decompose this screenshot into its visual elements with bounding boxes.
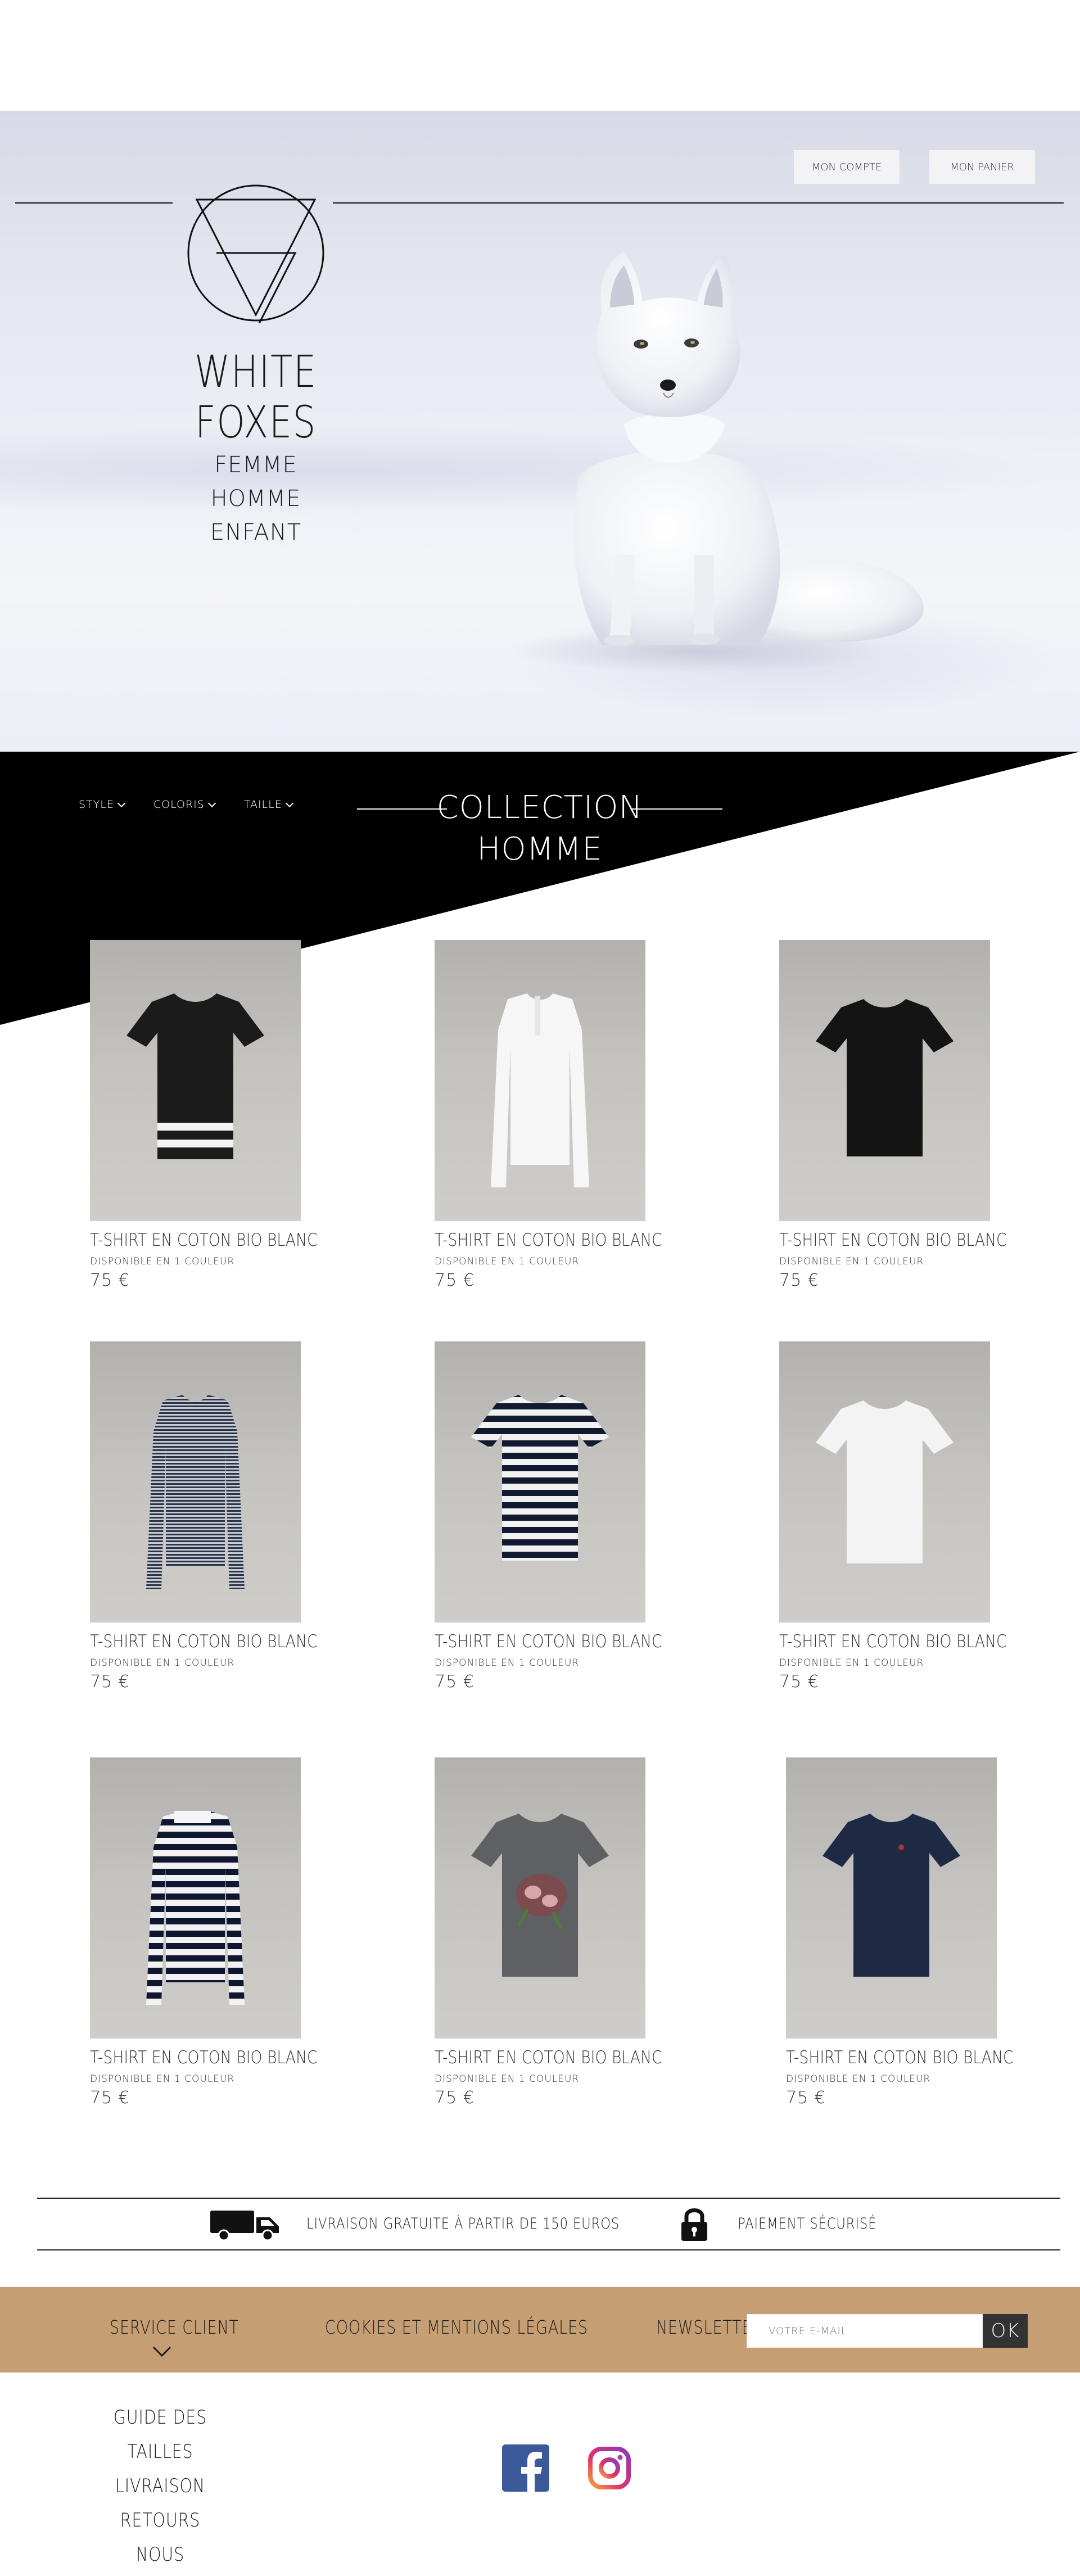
product-price: 75 € [90, 2088, 130, 2108]
product-price: 75 € [786, 2088, 826, 2108]
collection-title: COLLECTION HOMME [427, 787, 652, 870]
product-image[interactable] [435, 1341, 645, 1623]
chevron-down-icon [117, 799, 125, 807]
product-card[interactable]: T-SHIRT EN COTON BIO BLANC DISPONIBLE EN… [90, 940, 318, 1290]
filter-taille-label: TAILLE [243, 798, 282, 811]
facebook-icon[interactable] [502, 2444, 549, 2492]
truck-icon [210, 2211, 279, 2241]
product-price: 75 € [435, 1271, 475, 1290]
secure-payment-text: PAIEMENT SÉCURISÉ [738, 2215, 877, 2232]
product-image[interactable] [435, 940, 645, 1221]
product-availability: DISPONIBLE EN 1 COULEUR [435, 1256, 580, 1267]
product-availability: DISPONIBLE EN 1 COULEUR [779, 1657, 924, 1669]
account-button[interactable]: MON COMPTE [794, 150, 900, 184]
product-image[interactable] [786, 1757, 997, 2039]
product-image[interactable] [435, 1757, 645, 2039]
product-availability: DISPONIBLE EN 1 COULEUR [435, 2073, 580, 2085]
product-name[interactable]: T-SHIRT EN COTON BIO BLANC [90, 2048, 318, 2068]
product-image[interactable] [90, 1757, 301, 2039]
product-price: 75 € [435, 1672, 475, 1692]
product-card[interactable]: T-SHIRT EN COTON BIO BLANC DISPONIBLE EN… [435, 1757, 662, 2108]
product-name[interactable]: T-SHIRT EN COTON BIO BLANC [90, 1632, 318, 1652]
brand-name: WHITE FOXES [195, 347, 317, 448]
product-name[interactable]: T-SHIRT EN COTON BIO BLANC [786, 2048, 1014, 2068]
product-availability: DISPONIBLE EN 1 COULEUR [90, 1657, 235, 1669]
product-name[interactable]: T-SHIRT EN COTON BIO BLANC [435, 1230, 662, 1250]
product-card[interactable]: T-SHIRT EN COTON BIO BLANC DISPONIBLE EN… [786, 1757, 1014, 2108]
gender-nav: FEMME HOMME ENFANT [197, 448, 315, 549]
cookies-legal-link[interactable]: COOKIES ET MENTIONS LÉGALES [325, 2316, 588, 2338]
filter-coloris[interactable]: COLORIS [153, 798, 216, 811]
delivery-link[interactable]: LIVRAISON [97, 2469, 224, 2503]
collection-title-line1: COLLECTION [436, 789, 643, 826]
product-card[interactable]: T-SHIRT EN COTON BIO BLANC DISPONIBLE EN… [90, 1341, 318, 1692]
product-availability: DISPONIBLE EN 1 COULEUR [90, 1256, 235, 1267]
product-card[interactable]: T-SHIRT EN COTON BIO BLANC DISPONIBLE EN… [435, 940, 662, 1290]
product-name[interactable]: T-SHIRT EN COTON BIO BLANC [779, 1230, 1007, 1250]
filter-style-label: STYLE [79, 798, 114, 811]
header-rule-right [333, 202, 1064, 204]
product-availability: DISPONIBLE EN 1 COULEUR [435, 1657, 580, 1669]
chevron-down-icon [285, 799, 293, 807]
nav-homme[interactable]: HOMME [197, 482, 315, 516]
filter-taille[interactable]: TAILLE [243, 798, 293, 811]
product-image[interactable] [90, 940, 301, 1221]
product-price: 75 € [779, 1672, 819, 1692]
chevron-down-icon [207, 799, 216, 807]
collection-title-line2: HOMME [477, 831, 603, 867]
product-name[interactable]: T-SHIRT EN COTON BIO BLANC [779, 1632, 1007, 1652]
contact-link[interactable]: NOUS CONTACTER [97, 2538, 224, 2576]
product-price: 75 € [90, 1271, 130, 1290]
reassurance-rule-bottom [37, 2249, 1060, 2250]
nav-femme[interactable]: FEMME [197, 448, 315, 482]
header-rule-left [15, 202, 173, 204]
product-card[interactable]: T-SHIRT EN COTON BIO BLANC DISPONIBLE EN… [779, 940, 1007, 1290]
service-links-list: GUIDE DES TAILLES LIVRAISON RETOURS NOUS… [84, 2401, 236, 2576]
filter-bar: STYLE COLORIS TAILLE [79, 798, 293, 811]
chevron-down-icon[interactable] [152, 2345, 172, 2358]
product-name[interactable]: T-SHIRT EN COTON BIO BLANC [435, 1632, 662, 1652]
arctic-fox-image [506, 251, 924, 673]
size-guide-link[interactable]: GUIDE DES TAILLES [97, 2401, 224, 2469]
product-availability: DISPONIBLE EN 1 COULEUR [786, 2073, 931, 2085]
product-card[interactable]: T-SHIRT EN COTON BIO BLANC DISPONIBLE EN… [435, 1341, 662, 1692]
service-client-link[interactable]: SERVICE CLIENT [110, 2316, 239, 2338]
brand-logo-icon[interactable] [186, 183, 326, 323]
filter-style[interactable]: STYLE [79, 798, 125, 811]
newsletter-ok-button[interactable]: OK [983, 2314, 1028, 2348]
product-image[interactable] [779, 1341, 990, 1623]
product-name[interactable]: T-SHIRT EN COTON BIO BLANC [90, 1230, 318, 1250]
returns-link[interactable]: RETOURS [97, 2503, 224, 2538]
free-delivery-text: LIVRAISON GRATUITE À PARTIR DE 150 EUROS [306, 2215, 620, 2232]
product-price: 75 € [779, 1271, 819, 1290]
cart-button[interactable]: MON PANIER [929, 150, 1035, 184]
padlock-icon [681, 2208, 707, 2241]
product-availability: DISPONIBLE EN 1 COULEUR [779, 1256, 924, 1267]
product-price: 75 € [435, 2088, 475, 2108]
product-card[interactable]: T-SHIRT EN COTON BIO BLANC DISPONIBLE EN… [779, 1341, 1007, 1692]
filter-coloris-label: COLORIS [153, 798, 205, 811]
nav-enfant[interactable]: ENFANT [197, 516, 315, 549]
instagram-icon[interactable] [587, 2446, 632, 2491]
product-image[interactable] [90, 1341, 301, 1623]
product-price: 75 € [90, 1672, 130, 1692]
reassurance-rule-top [37, 2198, 1060, 2199]
product-image[interactable] [779, 940, 990, 1221]
product-name[interactable]: T-SHIRT EN COTON BIO BLANC [435, 2048, 662, 2068]
product-card[interactable]: T-SHIRT EN COTON BIO BLANC DISPONIBLE EN… [90, 1757, 318, 2108]
newsletter-email-input[interactable] [747, 2314, 983, 2348]
product-availability: DISPONIBLE EN 1 COULEUR [90, 2073, 235, 2085]
